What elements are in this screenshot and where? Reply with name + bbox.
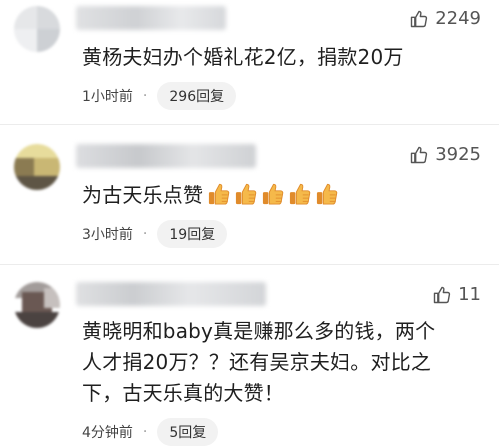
comment-meta: 4分钟前 · 5回复 [82, 418, 219, 446]
emoji-row [203, 183, 338, 207]
like-count-value: 3925 [435, 144, 481, 165]
thumbs-up-emoji-icon [317, 183, 338, 205]
avatar[interactable] [14, 144, 60, 190]
thumbs-up-emoji-icon [236, 183, 257, 205]
comment-text: 为古天乐点赞 [82, 180, 485, 211]
meta-separator: · [142, 424, 148, 440]
comment-text: 黄晓明和baby真是赚那么多的钱，两个 人才捐20万？？还有吴京夫妇。对比之 下… [82, 316, 485, 409]
reply-count-button[interactable]: 296回复 [157, 82, 237, 110]
reply-count-button[interactable]: 19回复 [157, 220, 228, 248]
comment-time: 1小时前 [82, 89, 133, 105]
thumbs-up-emoji-icon [290, 183, 311, 205]
divider [0, 264, 499, 265]
reply-count-button[interactable]: 5回复 [157, 418, 219, 446]
comment-text-body: 为古天乐点赞 [82, 183, 204, 207]
comment-text-line: 黄晓明和baby真是赚那么多的钱，两个 [82, 319, 436, 343]
avatar[interactable] [14, 282, 60, 328]
thumbs-up-icon [410, 146, 428, 163]
comment-text-line: 人才捐20万？？还有吴京夫妇。对比之 [82, 350, 432, 374]
comment-item: 2249 黄杨夫妇办个婚礼花2亿，捐款20万 1小时前 · 296回复 [0, 0, 499, 118]
username-blurred[interactable] [76, 282, 266, 306]
comment-item: 3925 为古天乐点赞 3小时前 · 19回复 [0, 138, 499, 258]
meta-separator: · [142, 88, 148, 104]
comment-text: 黄杨夫妇办个婚礼花2亿，捐款20万 [82, 45, 404, 69]
username-blurred[interactable] [76, 144, 256, 168]
comment-item: 11 黄晓明和baby真是赚那么多的钱，两个 人才捐20万？？还有吴京夫妇。对比… [0, 278, 499, 446]
thumbs-up-icon [410, 10, 428, 27]
divider [0, 124, 499, 125]
like-count-value: 2249 [435, 8, 481, 29]
like-count[interactable]: 11 [432, 284, 481, 305]
thumbs-up-emoji-icon [209, 183, 230, 205]
like-count[interactable]: 3925 [409, 144, 481, 165]
comment-time: 4分钟前 [82, 425, 133, 441]
meta-separator: · [142, 226, 148, 242]
thumbs-up-emoji-icon [263, 183, 284, 205]
like-count[interactable]: 2249 [409, 8, 481, 29]
like-count-value: 11 [458, 284, 481, 305]
comment-text-line: 下，古天乐真的大赞！ [82, 381, 284, 405]
comment-meta: 1小时前 · 296回复 [82, 82, 237, 110]
username-blurred[interactable] [76, 6, 226, 30]
comment-meta: 3小时前 · 19回复 [82, 220, 228, 248]
thumbs-up-icon [433, 286, 451, 303]
comment-time: 3小时前 [82, 227, 133, 243]
avatar[interactable] [14, 6, 60, 52]
